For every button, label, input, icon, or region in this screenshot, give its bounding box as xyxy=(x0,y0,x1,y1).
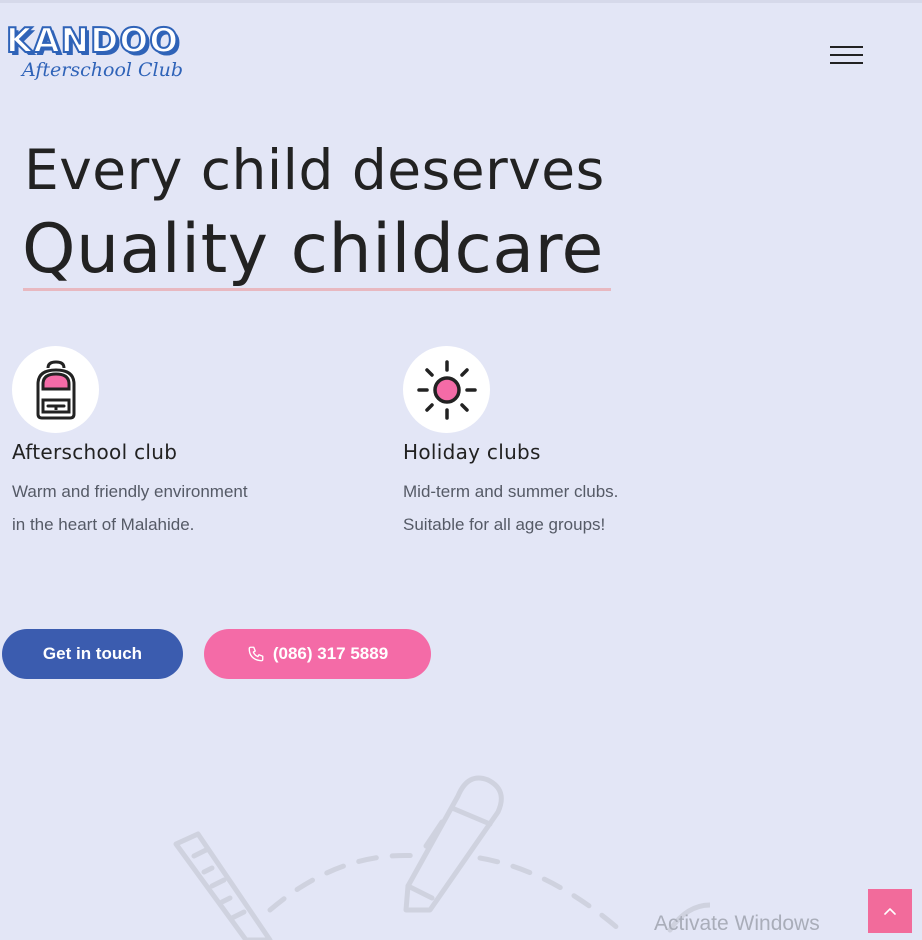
hamburger-menu-icon[interactable] xyxy=(826,42,866,70)
feature-title: Afterschool club xyxy=(12,440,178,464)
get-in-touch-button[interactable]: Get in touch xyxy=(2,629,183,679)
scroll-to-top-button[interactable] xyxy=(868,889,912,933)
feature-description: Warm and friendly environment in the hea… xyxy=(12,482,248,534)
feature-description: Mid-term and summer clubs. Suitable for … xyxy=(403,482,619,534)
hero-heading-line-2: Quality childcare xyxy=(22,210,604,289)
phone-icon xyxy=(248,646,264,662)
windows-activation-watermark: Activate Windows xyxy=(654,912,820,935)
menu-bar xyxy=(830,54,863,56)
phone-number: (086) 317 5889 xyxy=(272,644,389,663)
feature-icon-wrapper xyxy=(12,346,99,433)
feature-icon-wrapper xyxy=(403,346,490,433)
feature-title: Holiday clubs xyxy=(403,440,541,464)
menu-bar xyxy=(830,62,863,64)
feature-holiday: Holiday clubs Mid-term and summer clubs.… xyxy=(403,346,673,541)
menu-bar xyxy=(830,46,863,48)
chevron-up-icon xyxy=(884,908,896,915)
backpack-icon xyxy=(36,359,75,419)
feature-afterschool: Afterschool club Warm and friendly envir… xyxy=(12,346,282,541)
sun-icon xyxy=(416,359,477,420)
phone-call-button[interactable]: (086) 317 5889 xyxy=(204,629,431,679)
stationery-illustration xyxy=(173,775,710,940)
logo[interactable]: KANDOO Afterschool Club xyxy=(5,21,184,88)
logo-tagline: Afterschool Club xyxy=(22,59,184,81)
top-border xyxy=(0,0,922,3)
hero-heading-line-1: Every child deserves xyxy=(24,138,605,202)
logo-wordmark: KANDOO xyxy=(5,21,180,61)
heading-underline xyxy=(23,288,611,291)
